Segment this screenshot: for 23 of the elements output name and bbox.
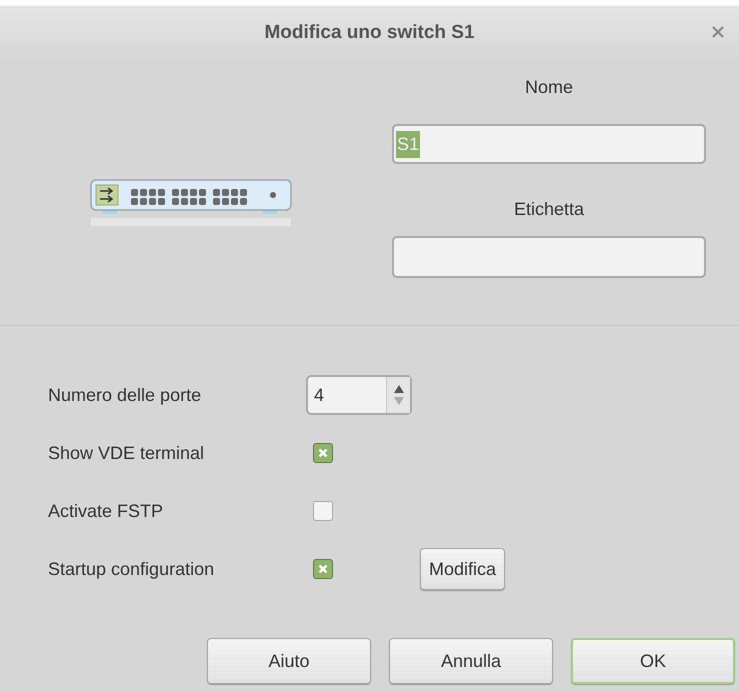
- close-icon: [712, 26, 724, 38]
- cross-icon: [318, 564, 328, 574]
- checkbox[interactable]: [313, 443, 333, 463]
- field-label: Etichetta: [514, 198, 584, 221]
- dialog-button[interactable]: Annulla: [389, 638, 553, 684]
- edit-button[interactable]: Modifica: [420, 548, 506, 590]
- checkbox[interactable]: [313, 559, 333, 579]
- network-switch-icon: [89, 178, 293, 228]
- checkbox[interactable]: [313, 501, 333, 521]
- option-label: Numero delle porte: [48, 384, 202, 407]
- dialog-button[interactable]: Aiuto: [207, 638, 371, 684]
- up-arrow-icon[interactable]: [394, 385, 404, 393]
- label-field[interactable]: [392, 236, 706, 278]
- dialog-button[interactable]: OK: [571, 638, 735, 684]
- spin-box[interactable]: 4: [306, 375, 412, 415]
- option-label: Show VDE terminal: [48, 442, 206, 464]
- cross-icon: [318, 448, 328, 458]
- window-title: Modifica uno switch S1: [264, 20, 475, 45]
- spin-value: 4: [313, 384, 326, 407]
- field-value: S1: [396, 130, 420, 158]
- field-label: Nome: [524, 76, 573, 99]
- option-label: Activate FSTP: [48, 500, 164, 522]
- option-label: Startup configuration: [48, 558, 216, 581]
